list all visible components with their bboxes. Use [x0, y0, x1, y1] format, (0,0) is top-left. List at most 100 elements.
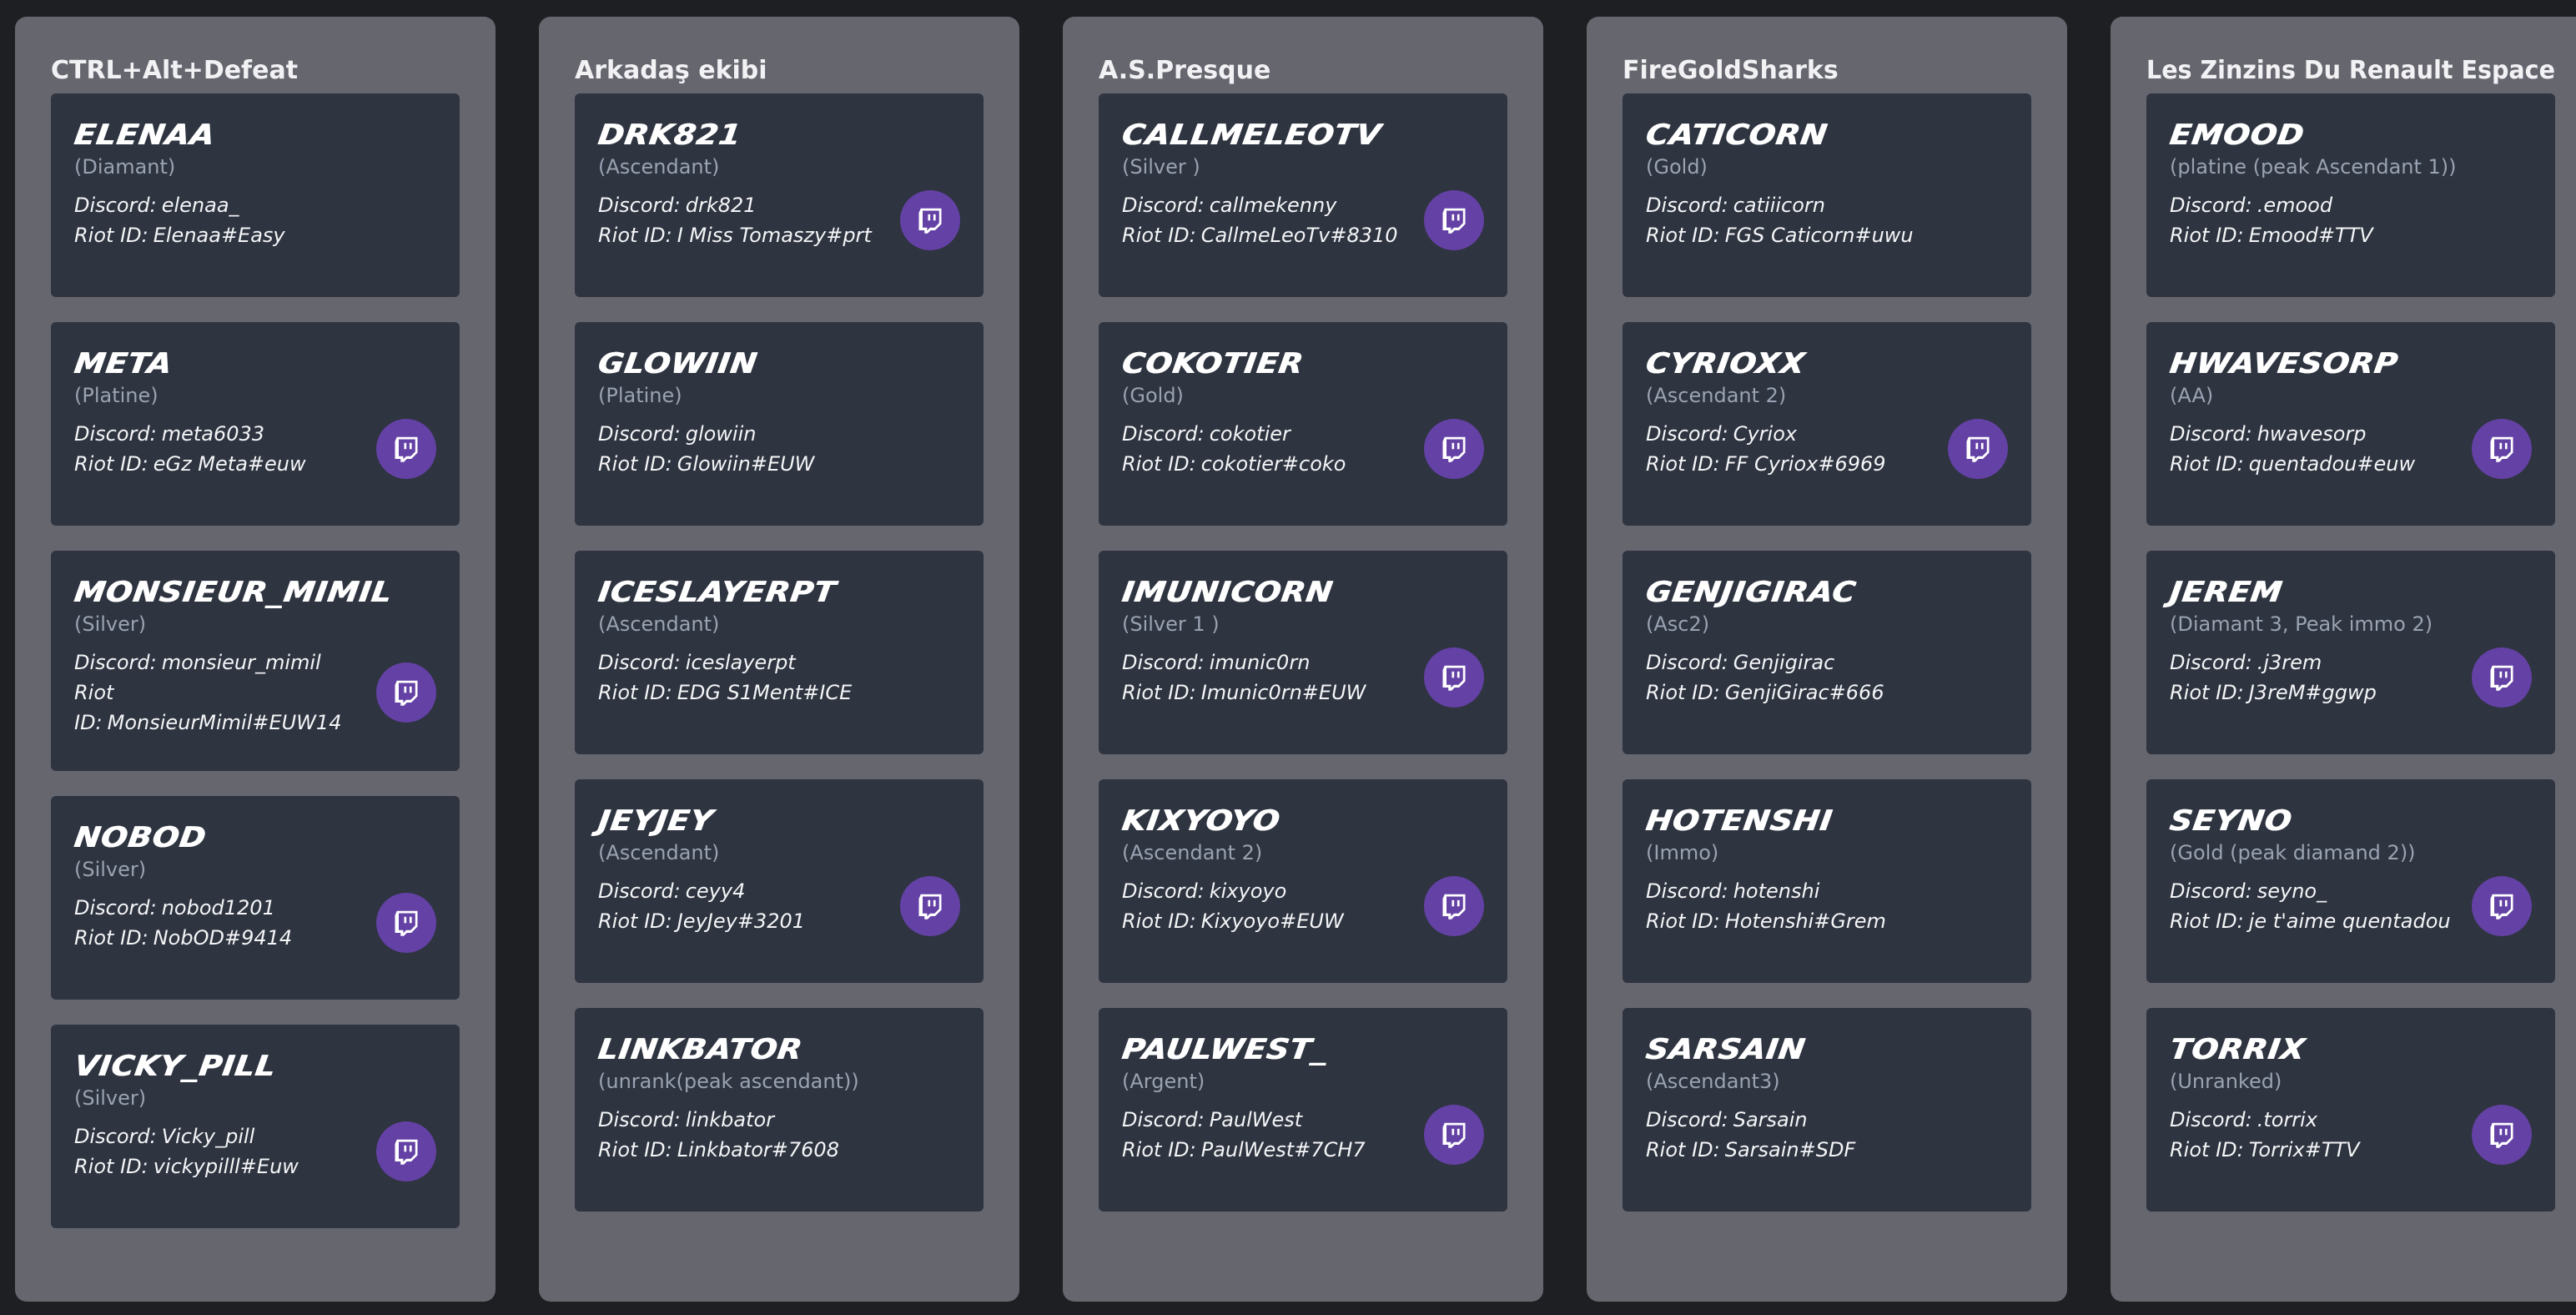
player-rank: (Gold (peak diamand 2)) [2170, 841, 2416, 864]
discord-handle: seyno_ [2257, 879, 2327, 903]
team-board: CTRL+Alt+Defeat Elenaa (Diamant) Discord… [0, 0, 2576, 1315]
discord-handle: callmekenny [1209, 194, 1337, 217]
discord-handle: .j3rem [2257, 651, 2322, 674]
player-name: cokotier [1119, 346, 1306, 380]
riot-id: Elenaa#Easy [153, 224, 285, 247]
twitch-link[interactable] [900, 876, 960, 936]
discord-line: Discord: hotenshi [1646, 876, 2008, 906]
player-name: Emood [2167, 118, 2307, 152]
player-name: Genjigirac [1643, 575, 1859, 609]
twitch-link[interactable] [376, 419, 436, 479]
twitch-link[interactable] [2472, 876, 2532, 936]
riot-label: Riot ID: [1122, 1138, 1196, 1161]
riot-label: Riot ID: [74, 224, 148, 247]
player-name: monsieur_mimil [72, 575, 395, 609]
discord-line: Discord: elenaa_ [74, 190, 436, 220]
discord-handle: Vicky_pill [161, 1125, 255, 1148]
player-card: hwavesorp (AA) Discord: hwavesorp Riot ID… [2146, 322, 2555, 526]
twitch-link[interactable] [900, 190, 960, 250]
player-rank: (Ascendant) [598, 612, 720, 636]
riot-id: Emood#TTV [2248, 224, 2373, 247]
discord-handle: kixyoyo [1209, 879, 1287, 903]
player-card: Emood (platine (peak Ascendant 1)) Disco… [2146, 93, 2555, 297]
riot-label: Riot ID: [2170, 681, 2244, 704]
discord-handle: .emood [2257, 194, 2333, 217]
twitch-link[interactable] [2472, 1105, 2532, 1165]
twitch-link[interactable] [1424, 876, 1484, 936]
riot-id: eGz Meta#euw [153, 452, 306, 476]
player-name: Sarsain [1643, 1032, 1808, 1066]
twitch-icon [2490, 665, 2513, 691]
riot-line: Riot ID: Elenaa#Easy [74, 220, 436, 250]
riot-id: Linkbator#7608 [677, 1138, 839, 1161]
twitch-link[interactable] [1424, 647, 1484, 708]
riot-label: Riot ID: [1646, 1138, 1720, 1161]
twitch-link[interactable] [2472, 647, 2532, 708]
riot-id: EDG S1Ment#ICE [677, 681, 853, 704]
player-rank: (Argent) [1122, 1070, 1205, 1093]
discord-handle: .torrix [2257, 1108, 2318, 1131]
discord-handle: hwavesorp [2257, 422, 2367, 446]
player-card: PaulWest_ (Argent) Discord: PaulWest Riot… [1099, 1008, 1507, 1212]
riot-id: GenjiGirac#666 [1724, 681, 1884, 704]
discord-label: Discord: [598, 1108, 681, 1131]
player-rank: (Ascendant) [598, 155, 720, 179]
player-name: Caticorn [1643, 118, 1830, 152]
player-rank: (Ascendant 2) [1646, 384, 1787, 407]
player-rank: (Gold) [1646, 155, 1708, 179]
discord-handle: ceyy4 [685, 879, 746, 903]
twitch-link[interactable] [1424, 1105, 1484, 1165]
twitch-link[interactable] [376, 663, 436, 723]
discord-handle: glowiin [685, 422, 757, 446]
twitch-link[interactable] [376, 893, 436, 953]
riot-label: Riot ID: [1646, 452, 1720, 476]
player-card: Glowiin (Platine) Discord: glowiin Riot I… [575, 322, 984, 526]
discord-label: Discord: [2170, 651, 2252, 674]
twitch-link[interactable] [1424, 419, 1484, 479]
player-rank: (Silver) [74, 1086, 147, 1110]
discord-handle: linkbator [685, 1108, 775, 1131]
player-card: NobOD (Silver) Discord: nobod1201 Riot ID… [51, 796, 460, 1000]
riot-id: je t'aime quentadou [2248, 909, 2451, 933]
twitch-icon [1966, 436, 1990, 462]
twitch-link[interactable] [376, 1121, 436, 1181]
discord-handle: PaulWest [1209, 1108, 1303, 1131]
player-rank: (AA) [2170, 384, 2214, 407]
riot-line: Riot ID: Hotenshi#Grem [1646, 906, 2008, 936]
player-card: Cyrioxx (Ascendant 2) Discord: Cyriox Rio… [1623, 322, 2031, 526]
riot-label: Riot ID: [598, 224, 672, 247]
discord-label: Discord: [74, 896, 157, 919]
team-column: CTRL+Alt+Defeat Elenaa (Diamant) Discord… [15, 17, 496, 1302]
twitch-icon [918, 894, 942, 919]
twitch-icon [395, 910, 418, 936]
riot-label: Riot ID: [1122, 452, 1196, 476]
discord-label: Discord: [598, 651, 681, 674]
discord-label: Discord: [598, 194, 681, 217]
team-column: Arkadaş ekibi drk821 (Ascendant) Discord… [539, 17, 1019, 1302]
player-name: hwavesorp [2167, 346, 2401, 380]
riot-label: Riot ID: [598, 1138, 672, 1161]
riot-id: PaulWest#7CH7 [1200, 1138, 1366, 1161]
riot-line: Riot ID: Linkbator#7608 [598, 1135, 960, 1165]
twitch-icon [395, 436, 418, 462]
discord-label: Discord: [1646, 422, 1728, 446]
player-name: Torrix [2167, 1032, 2307, 1066]
discord-label: Discord: [1122, 1108, 1205, 1131]
discord-label: Discord: [74, 651, 157, 674]
twitch-link[interactable] [1948, 419, 2008, 479]
riot-label: Riot ID: [2170, 224, 2244, 247]
twitch-link[interactable] [2472, 419, 2532, 479]
player-name: Cyrioxx [1643, 346, 1808, 380]
twitch-link[interactable] [1424, 190, 1484, 250]
player-rank: (Platine) [74, 384, 158, 407]
player-card: cokotier (Gold) Discord: cokotier Riot ID… [1099, 322, 1507, 526]
discord-label: Discord: [74, 422, 157, 446]
player-card: JeyJey (Ascendant) Discord: ceyy4 Riot ID… [575, 779, 984, 983]
player-name: CallmeLeoTV [1119, 118, 1384, 152]
riot-label: Riot ID: [598, 681, 672, 704]
player-name: IceSlayerPT [596, 575, 838, 609]
discord-label: Discord: [1646, 1108, 1728, 1131]
player-card: Elenaa (Diamant) Discord: elenaa_ Riot ID… [51, 93, 460, 297]
riot-label: Riot ID: [1122, 224, 1196, 247]
riot-label: Riot ID: [1646, 224, 1720, 247]
